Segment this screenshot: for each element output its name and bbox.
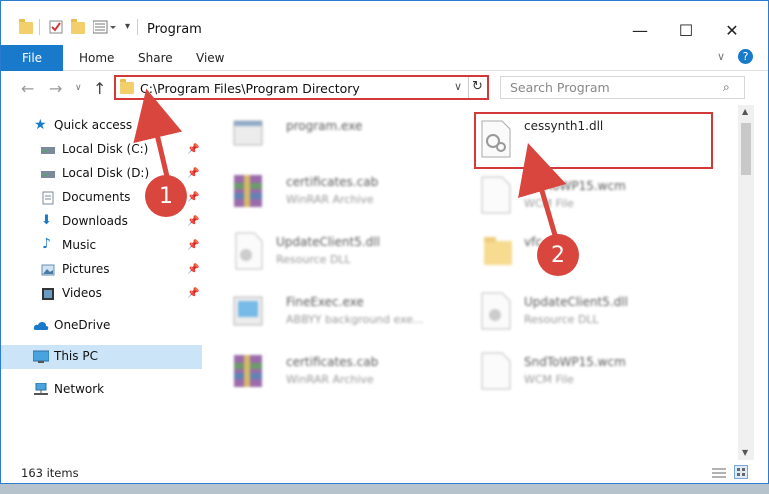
arrow-to-dll-file [518,143,567,243]
desktop-background [0,484,769,494]
step-badge-1: 1 [145,175,187,217]
annotation-arrows [133,88,567,243]
explorer-window: ▾ Program — ☐ ✕ File Home Share View ∨ ?… [0,0,769,484]
step-badge-2: 2 [537,234,579,276]
